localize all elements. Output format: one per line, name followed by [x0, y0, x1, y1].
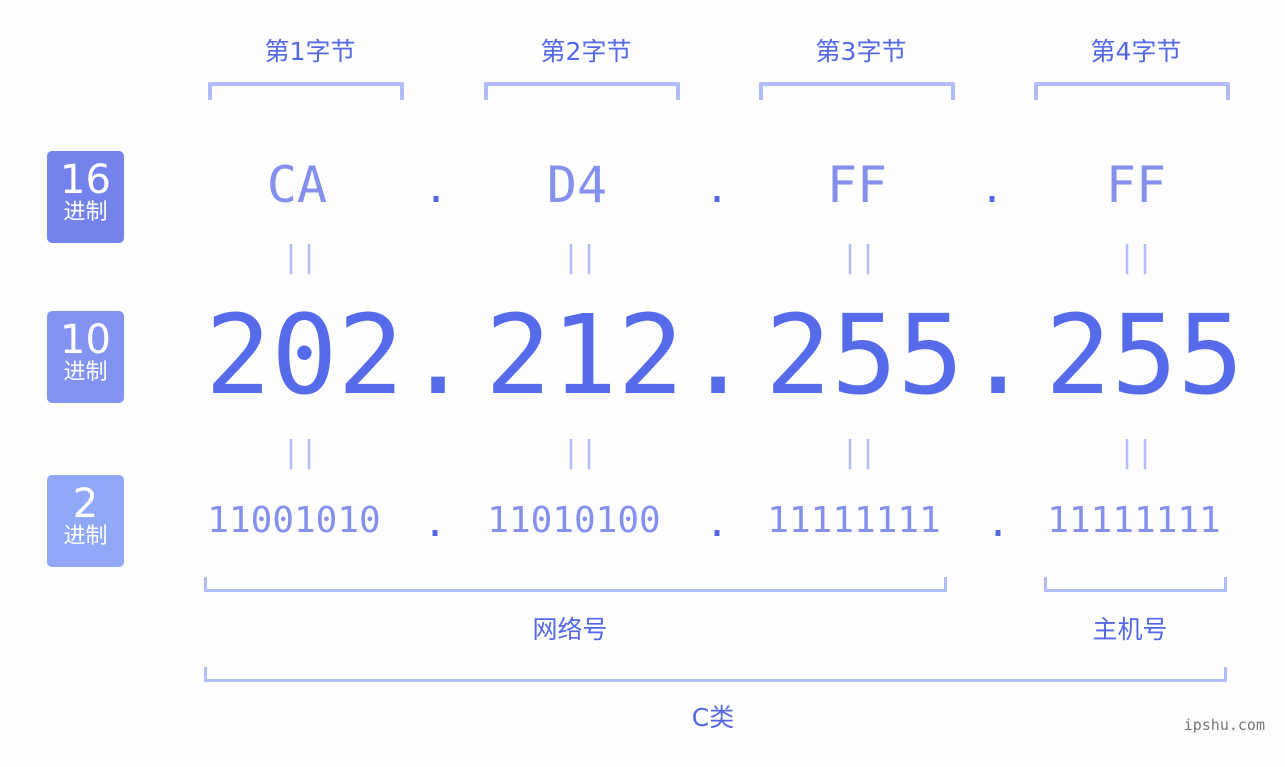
byte-bracket-1 — [208, 82, 404, 100]
hex-byte-3: FF — [826, 156, 888, 214]
binary-separator-1: . — [422, 500, 448, 546]
decimal-separator-2: . — [685, 291, 752, 419]
decimal-separator-3: . — [965, 291, 1032, 419]
equals-sign: || — [840, 240, 878, 275]
watermark: ipshu.com — [1183, 716, 1265, 734]
decimal-byte-4: 255 — [1045, 291, 1244, 419]
decimal-byte-3: 255 — [765, 291, 964, 419]
badge-decimal-unit: 进制 — [63, 360, 108, 385]
host-label: 主机号 — [1092, 615, 1168, 644]
equals-sign: || — [281, 435, 319, 470]
hex-separator-3: . — [979, 166, 1005, 212]
decimal-byte-2: 212 — [485, 291, 684, 419]
hex-separator-2: . — [704, 166, 730, 212]
host-bracket — [1044, 577, 1227, 592]
byte-label-1: 第1字节 — [264, 37, 356, 66]
binary-byte-2: 11010100 — [487, 500, 661, 541]
badge-hex-unit: 进制 — [63, 200, 108, 225]
badge-binary-unit: 进制 — [63, 524, 108, 549]
badge-decimal-num: 10 — [60, 317, 111, 363]
binary-separator-3: . — [985, 500, 1011, 546]
badge-binary-num: 2 — [72, 481, 99, 527]
badge-hex-num: 16 — [60, 157, 111, 203]
byte-bracket-4 — [1034, 82, 1230, 100]
byte-label-4: 第4字节 — [1090, 37, 1182, 66]
equals-sign: || — [840, 435, 878, 470]
byte-bracket-2 — [484, 82, 680, 100]
network-bracket — [204, 577, 947, 592]
equals-sign: || — [1117, 435, 1155, 470]
decimal-byte-1: 202 — [205, 291, 404, 419]
hex-byte-1: CA — [266, 156, 328, 214]
badge-decimal: 10 进制 — [47, 311, 124, 403]
binary-byte-4: 11111111 — [1047, 500, 1221, 541]
network-label: 网络号 — [532, 615, 608, 644]
equals-sign: || — [1117, 240, 1155, 275]
binary-byte-1: 11001010 — [207, 500, 381, 541]
decimal-separator-1: . — [405, 291, 472, 419]
byte-bracket-3 — [759, 82, 955, 100]
binary-byte-3: 11111111 — [767, 500, 941, 541]
equals-sign: || — [281, 240, 319, 275]
hex-byte-4: FF — [1105, 156, 1167, 214]
equals-sign: || — [561, 240, 599, 275]
binary-separator-2: . — [704, 500, 730, 546]
badge-hex: 16 进制 — [47, 151, 124, 243]
class-bracket — [204, 667, 1227, 682]
byte-label-3: 第3字节 — [815, 37, 907, 66]
badge-binary: 2 进制 — [47, 475, 124, 567]
hex-separator-1: . — [423, 166, 449, 212]
equals-sign: || — [561, 435, 599, 470]
hex-byte-2: D4 — [546, 156, 608, 214]
byte-label-2: 第2字节 — [540, 37, 632, 66]
class-label: C类 — [691, 703, 735, 732]
